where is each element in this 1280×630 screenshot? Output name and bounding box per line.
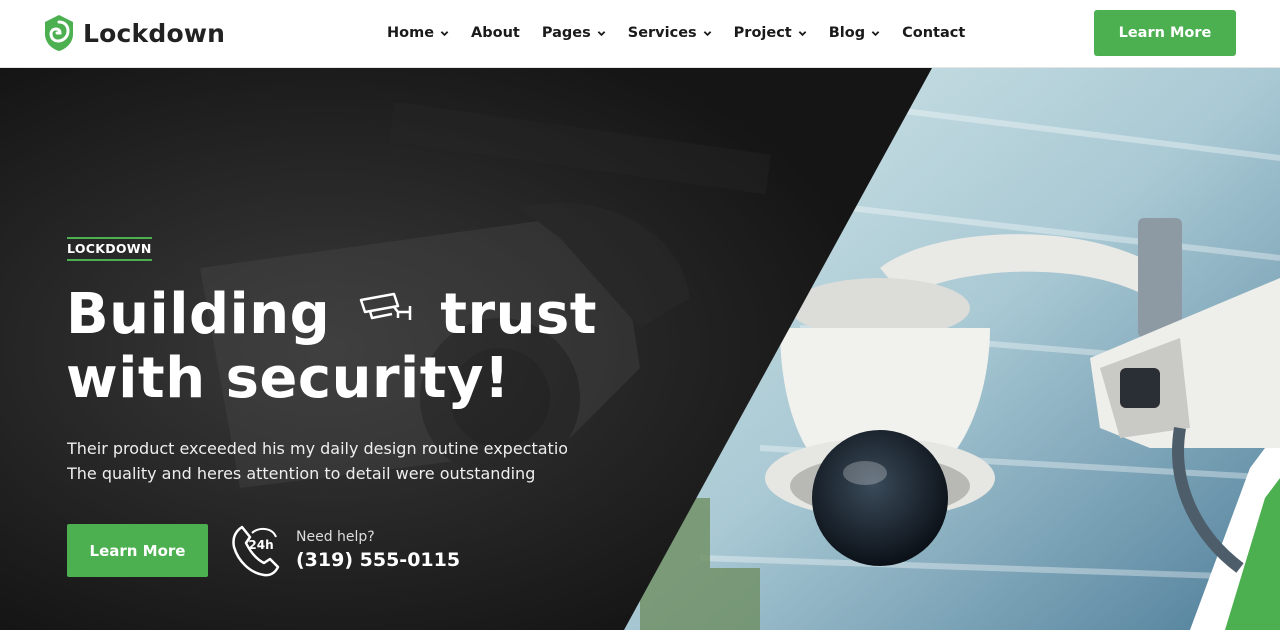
nav-item-label: About [471, 25, 520, 41]
hero-description: Their product exceeded his my daily desi… [67, 436, 567, 486]
help-contact[interactable]: 24h Need help? (319) 555-0115 [228, 521, 460, 579]
hero-eyebrow: LOCKDOWN [67, 237, 152, 261]
headline-word: trust [440, 282, 598, 347]
help-label: Need help? [296, 529, 375, 545]
chevron-down-icon [440, 30, 449, 36]
nav-item-about[interactable]: About [471, 25, 520, 41]
header-learn-more-button[interactable]: Learn More [1094, 10, 1236, 56]
phone-24h-icon: 24h [232, 525, 280, 577]
headline-line: with security! [66, 346, 511, 411]
nav-item-blog[interactable]: Blog [829, 25, 880, 41]
nav-item-label: Blog [828, 25, 866, 41]
nav-item-label: Project [733, 25, 792, 41]
desc-line: The quality and heres attention to detai… [67, 464, 536, 483]
nav-item-label: Home [387, 25, 435, 41]
hero-section: LOCKDOWN Building trust with security! T… [0, 68, 1280, 630]
chevron-down-icon [871, 30, 880, 36]
help-phone-link[interactable]: (319) 555-0115 [296, 549, 460, 571]
nav-item-label: Pages [541, 25, 591, 41]
main-nav: Home About Pages Services Project Blog C… [387, 0, 987, 66]
hero-learn-more-button[interactable]: Learn More [67, 524, 208, 577]
nav-item-home[interactable]: Home [387, 25, 449, 41]
nav-item-project[interactable]: Project [734, 25, 807, 41]
logo-text: Lockdown [83, 18, 226, 48]
headline-word: Building [66, 282, 331, 347]
hero-headline: Building trust with security! [66, 283, 686, 411]
site-header: Lockdown Home About Pages Services Proje… [0, 0, 1280, 68]
nav-item-label: Contact [902, 25, 966, 41]
security-camera-icon [359, 292, 412, 320]
chevron-down-icon [798, 30, 807, 36]
nav-item-pages[interactable]: Pages [542, 25, 606, 41]
chevron-down-icon [703, 30, 711, 36]
chevron-down-icon [597, 30, 606, 36]
phone-icon-24h-text: 24h [248, 538, 273, 552]
nav-item-services[interactable]: Services [628, 25, 712, 41]
desc-line: Their product exceeded his my daily desi… [67, 439, 567, 458]
nav-item-contact[interactable]: Contact [902, 25, 965, 41]
help-text: Need help? (319) 555-0115 [296, 529, 460, 571]
nav-item-label: Services [627, 25, 697, 41]
shield-logo-icon [45, 15, 73, 51]
logo[interactable]: Lockdown [43, 13, 225, 53]
